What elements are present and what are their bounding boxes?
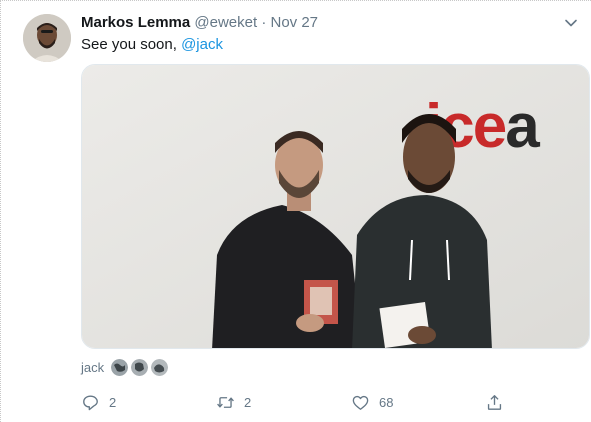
tagged-avatar-2[interactable] xyxy=(131,359,149,376)
retweet-count: 2 xyxy=(244,395,252,410)
reply-button[interactable]: 2 xyxy=(81,393,116,412)
tweet-text: See you soon, @jack xyxy=(81,35,223,55)
share-icon xyxy=(487,395,502,410)
reply-count: 2 xyxy=(109,395,117,410)
author-name[interactable]: Markos Lemma xyxy=(81,14,190,31)
author-handle[interactable]: @eweket xyxy=(194,14,257,31)
reply-icon xyxy=(83,395,98,411)
like-icon xyxy=(352,395,369,410)
tweet-date[interactable]: Nov 27 xyxy=(271,14,319,31)
tagged-user-name[interactable]: jack xyxy=(81,360,104,375)
tagged-users[interactable]: jack xyxy=(81,359,169,376)
retweet-button[interactable]: 2 xyxy=(216,393,251,412)
mention-link[interactable]: @jack xyxy=(181,36,223,53)
author-avatar[interactable] xyxy=(23,14,71,62)
like-count: 68 xyxy=(379,395,394,410)
tweet-header: Markos Lemma @eweket · Nov 27 xyxy=(81,13,318,33)
action-bar: 2 2 68 xyxy=(81,393,511,415)
like-button[interactable]: 68 xyxy=(351,393,393,412)
tweet-text-body: See you soon, xyxy=(81,36,182,53)
header-separator: · xyxy=(261,14,267,31)
tagged-avatar-3[interactable] xyxy=(151,359,169,376)
tagged-avatar-1[interactable] xyxy=(111,359,129,376)
retweet-icon xyxy=(217,397,234,408)
tweet-photo[interactable]: icea xyxy=(81,64,590,349)
share-button[interactable] xyxy=(485,393,504,412)
chevron-down-icon[interactable] xyxy=(563,15,579,31)
tweet[interactable]: Markos Lemma @eweket · Nov 27 See you so… xyxy=(0,0,591,422)
